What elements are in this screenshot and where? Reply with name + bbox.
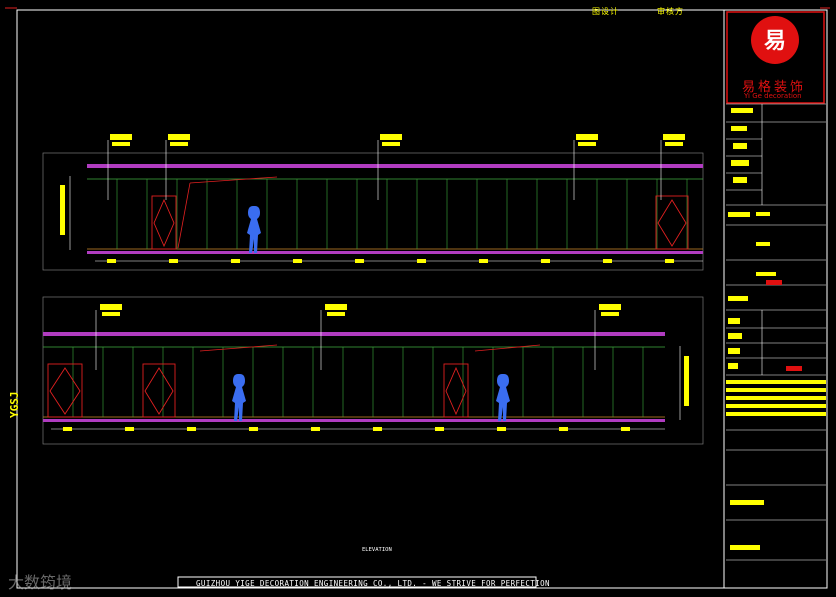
callout-tag	[601, 312, 619, 316]
title-block-tag	[756, 212, 770, 216]
door-frame	[655, 195, 689, 250]
drawing-frame	[5, 7, 830, 589]
callout-tag	[168, 134, 190, 140]
title-block-tag	[728, 333, 742, 339]
title-block-tag	[756, 272, 776, 276]
title-block-tag	[730, 545, 760, 550]
header-design-label: 图设计	[592, 7, 619, 16]
door-frame	[443, 363, 469, 418]
callout-tag	[325, 304, 347, 310]
dimension-tag	[63, 427, 72, 431]
callout-tag	[382, 142, 400, 146]
cad-drawing-canvas: 易	[5, 7, 830, 589]
door-diamond	[153, 198, 175, 248]
dimension-tag	[249, 427, 258, 431]
vertical-dimension-tag	[60, 185, 65, 235]
human-figure	[247, 206, 261, 253]
door-diamond	[49, 367, 81, 415]
dimension-tag	[541, 259, 550, 263]
callout-tag	[110, 134, 132, 140]
callout-tag	[100, 304, 122, 310]
title-block-tag	[728, 318, 740, 324]
svg-text:易: 易	[764, 29, 786, 54]
callout-tag	[170, 142, 188, 146]
dimension-tag	[125, 427, 134, 431]
door-frame	[151, 195, 177, 250]
view-label: ELEVATION	[362, 547, 392, 553]
title-block-tag	[726, 412, 826, 416]
door-frame	[142, 363, 176, 418]
shade-line	[199, 344, 278, 352]
dimension-tag	[621, 427, 630, 431]
dimension-tag	[665, 259, 674, 263]
dimension-tag	[187, 427, 196, 431]
title-block-tag	[726, 396, 826, 400]
title-block-red-tag	[766, 280, 782, 285]
title-block-tag	[731, 160, 749, 166]
dimension-tag	[373, 427, 382, 431]
dimension-tag	[293, 259, 302, 263]
title-block-tag	[733, 177, 747, 183]
header-review-label: 审核方	[657, 7, 684, 16]
shade-line	[177, 182, 191, 249]
title-block-tag	[756, 242, 770, 246]
callout-tag	[665, 142, 683, 146]
dimension-tag	[107, 259, 116, 263]
title-block-tag	[730, 500, 764, 505]
vertical-dimension-tag	[684, 356, 689, 406]
title-block-tag	[728, 296, 748, 301]
dimension-tag	[603, 259, 612, 263]
shade-line	[474, 344, 541, 352]
logo-brand-en: Yi Ge decoration	[744, 92, 802, 100]
ceiling-band	[87, 164, 703, 168]
human-figure	[496, 374, 510, 421]
dimension-tag	[311, 427, 320, 431]
callout-tag	[578, 142, 596, 146]
callout-tag	[327, 312, 345, 316]
title-block-tag	[726, 388, 826, 392]
dimension-tag	[479, 259, 488, 263]
door-diamond	[144, 367, 174, 415]
dimension-tag	[417, 259, 426, 263]
door-diamond	[657, 199, 687, 247]
callout-tag	[102, 312, 120, 316]
floor-band	[87, 251, 703, 254]
title-block	[726, 103, 826, 561]
floor-band	[43, 419, 665, 422]
watermark: 大数筠境	[8, 573, 73, 592]
dimension-tag	[355, 259, 364, 263]
dimension-tag	[435, 427, 444, 431]
callout-tag	[576, 134, 598, 140]
human-figure	[232, 374, 246, 421]
callout-tag	[663, 134, 685, 140]
ceiling-band	[43, 332, 665, 336]
door-frame	[47, 363, 83, 418]
title-block-tag	[731, 126, 747, 131]
dimension-tag	[231, 259, 240, 263]
callout-tag	[112, 142, 130, 146]
title-block-tag	[728, 212, 750, 217]
title-block-red-tag	[786, 366, 802, 371]
title-block-tag	[733, 143, 747, 149]
dimension-tag	[559, 427, 568, 431]
footer-company-line: GUIZHOU YIGE DECORATION ENGINEERING CO.,…	[196, 579, 550, 588]
title-block-tag	[731, 108, 753, 113]
shade-line	[189, 176, 278, 184]
side-label: YGSJ	[8, 391, 21, 419]
callout-tag	[599, 304, 621, 310]
title-block-tag	[726, 404, 826, 408]
callout-tag	[380, 134, 402, 140]
title-block-tag	[728, 363, 738, 369]
dimension-tag	[497, 427, 506, 431]
title-block-tag	[726, 380, 826, 384]
dimension-tag	[169, 259, 178, 263]
title-block-tag	[728, 348, 740, 354]
